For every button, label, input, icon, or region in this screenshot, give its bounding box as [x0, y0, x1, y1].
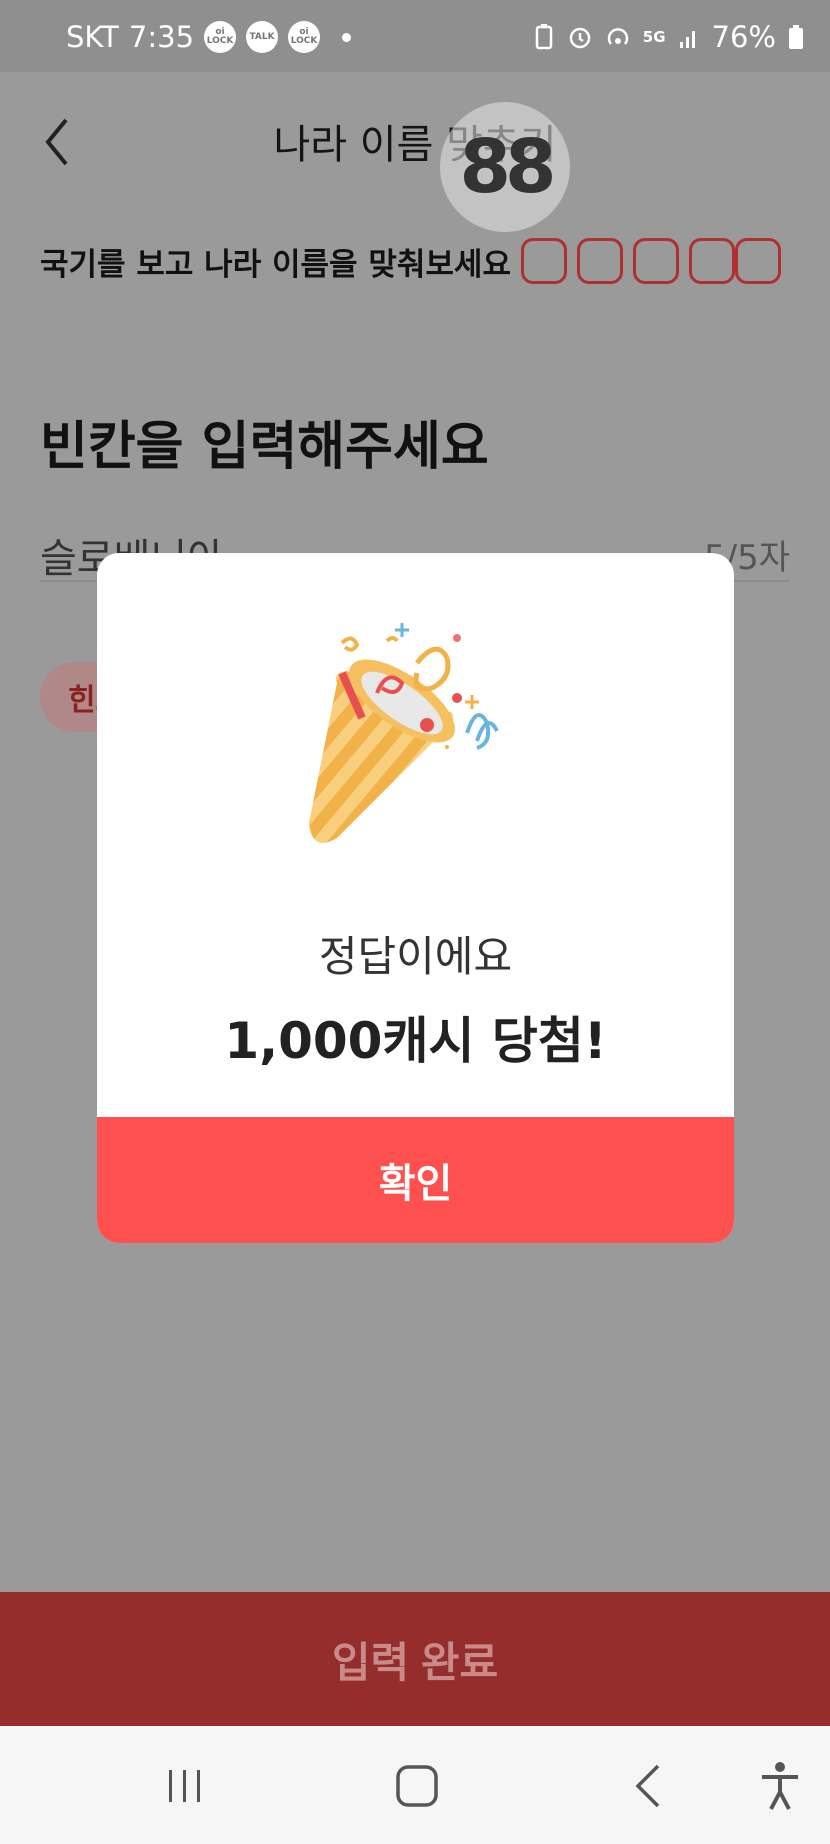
status-bar: SKT 7:35 oi LOCK TALK oi LOCK 5G 76%	[0, 0, 830, 72]
answer-slot	[520, 238, 567, 284]
hotspot-icon	[607, 28, 628, 45]
oi-lock-badge-icon: oi LOCK	[204, 21, 237, 53]
battery-percent: 76%	[711, 20, 776, 54]
alarm-icon	[569, 27, 591, 49]
answer-slot	[688, 238, 735, 284]
party-popper-icon	[309, 623, 499, 843]
home-icon[interactable]	[389, 1758, 445, 1814]
reward-message: 1,000캐시 당첨!	[224, 1012, 607, 1070]
clock: 7:35	[128, 20, 195, 54]
battery-saver-icon	[535, 24, 553, 50]
answer-slot	[576, 238, 623, 284]
submit-button[interactable]: 입력 완료	[0, 1592, 830, 1726]
kakaotalk-badge-icon: TALK	[246, 21, 279, 53]
more-notifications-dot-icon	[342, 32, 352, 42]
countdown-timer: 88	[440, 102, 570, 232]
correct-answer-modal: 정답이에요 1,000캐시 당첨! 확인	[97, 553, 734, 1243]
back-icon[interactable]	[622, 1758, 678, 1814]
confirm-button[interactable]: 확인	[97, 1117, 734, 1243]
battery-icon	[789, 25, 803, 49]
network-type-label: 5G	[642, 28, 666, 46]
signal-icon	[679, 31, 695, 48]
oi-lock-badge-icon: oi LOCK	[288, 21, 321, 53]
status-right: 5G 76%	[533, 20, 804, 54]
recent-apps-icon[interactable]	[157, 1758, 213, 1814]
system-nav-bar	[0, 1726, 830, 1844]
answer-slot	[734, 238, 781, 284]
answer-slot	[632, 238, 679, 284]
page-title: 나라 이름 맞추기	[273, 122, 557, 168]
carrier-label: SKT	[66, 20, 119, 54]
correct-message: 정답이에요	[318, 932, 513, 981]
question-instruction: 국기를 보고 나라 이름을 맞춰보세요	[40, 238, 800, 284]
accessibility-icon[interactable]	[752, 1758, 808, 1814]
answer-subtitle: 빈칸을 입력해주세요	[40, 417, 489, 477]
status-left: SKT 7:35 oi LOCK TALK oi LOCK	[66, 20, 352, 54]
instruction-text: 국기를 보고 나라 이름을 맞춰보세요	[40, 246, 511, 283]
app-header: 나라 이름 맞추기 88	[0, 72, 830, 232]
